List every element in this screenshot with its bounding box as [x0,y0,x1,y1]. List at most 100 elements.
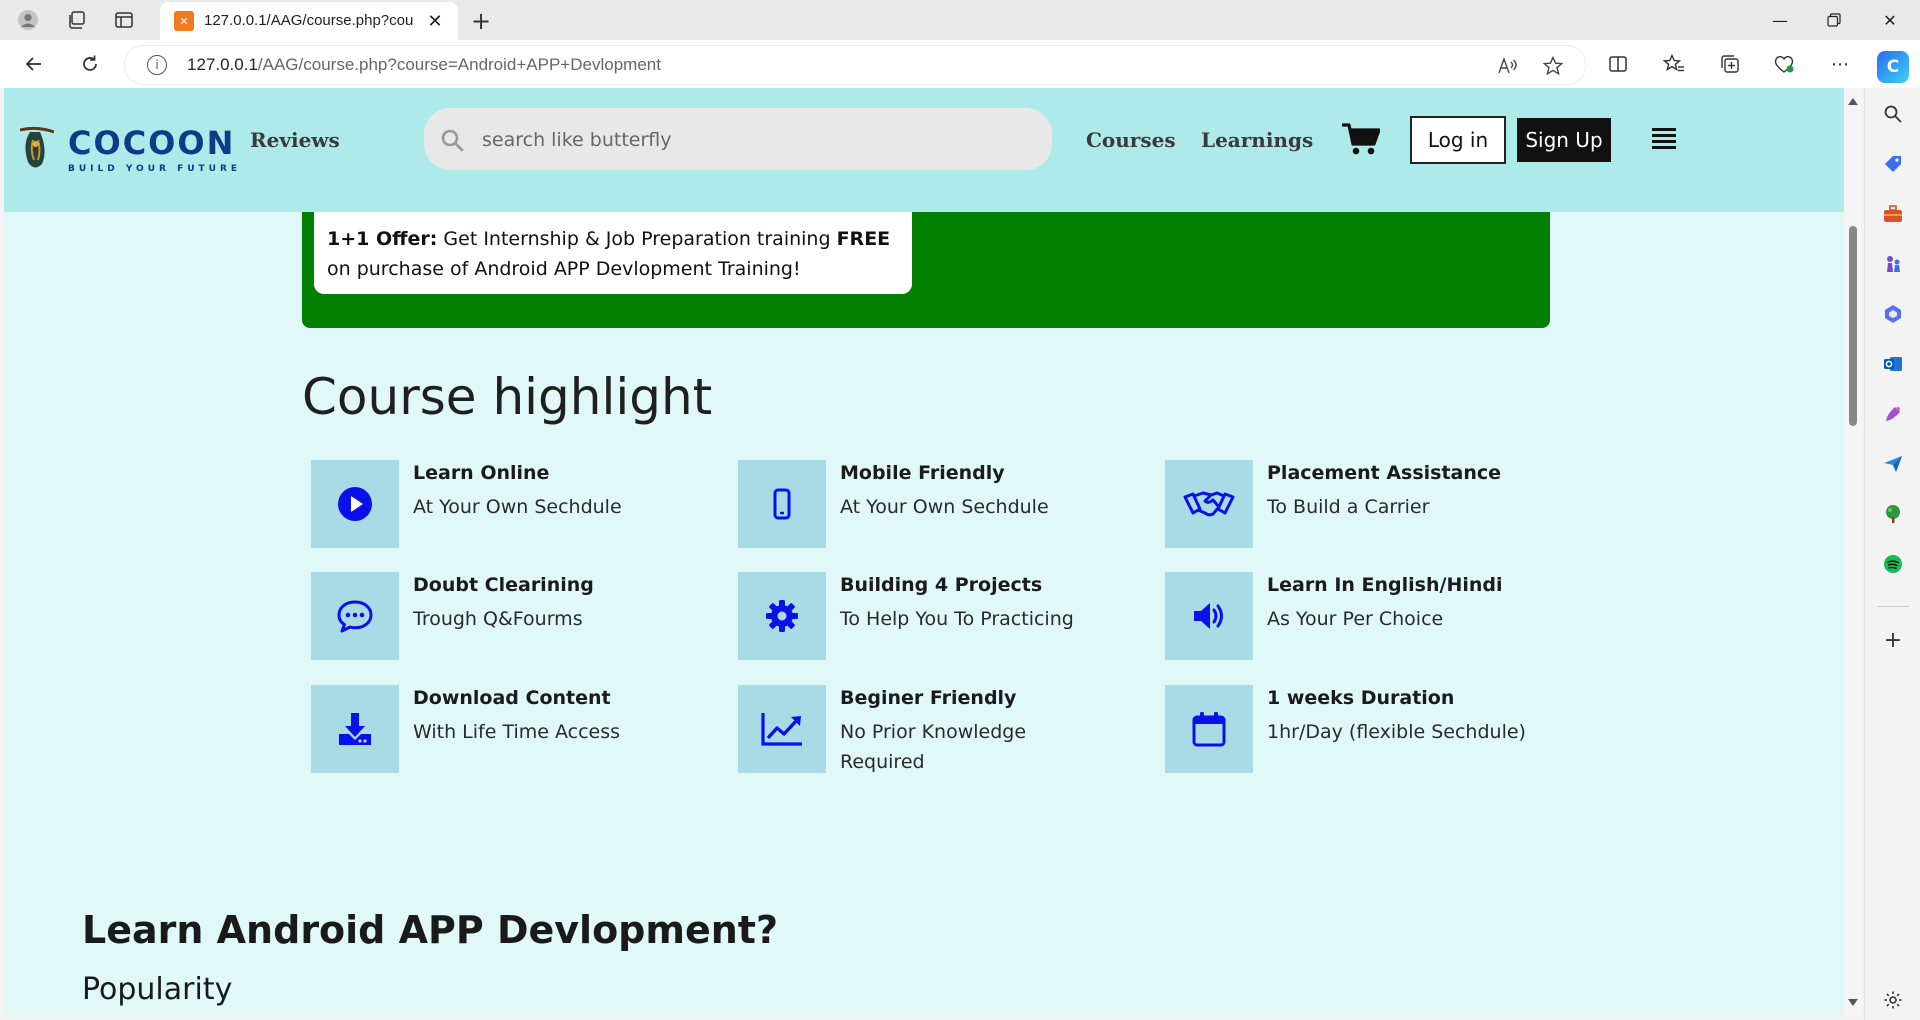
highlight-download-content: Download Content With Life Time Access [311,685,711,795]
games-chess-icon[interactable] [1881,252,1905,276]
microsoft365-icon[interactable] [1881,302,1905,326]
cocoon-logo[interactable]: COCOON BUILD YOUR FUTURE [10,118,240,182]
search-icon [441,129,464,152]
collections-icon[interactable] [1716,50,1744,78]
highlight-subtitle: At Your Own Sechdule [413,496,622,518]
vertical-tabs-icon[interactable] [110,6,138,34]
more-options-icon[interactable]: ⋯ [1826,50,1854,78]
play-circle-icon [338,487,372,521]
trend-chart-icon [761,713,802,746]
browser-essentials-icon[interactable] [1770,50,1798,78]
site-header: COCOON BUILD YOUR FUTURE Reviews Courses… [4,88,1844,212]
learn-section-title: Learn Android APP Devlopment? [82,908,779,952]
offer-banner: 1+1 Offer: Get Internship & Job Preparat… [302,212,1550,328]
page-scrollbar[interactable] [1844,88,1862,1016]
spotify-icon[interactable] [1881,552,1905,576]
send-paper-plane-icon[interactable] [1881,452,1905,476]
browser-tab-bar: ✕ 127.0.0.1/AAG/course.php?course=Androi… [0,0,1920,40]
highlight-title: Learn Online [413,462,550,484]
hamburger-menu-icon[interactable] [1652,128,1676,149]
shopping-tag-icon[interactable] [1881,152,1905,176]
designer-icon[interactable] [1881,402,1905,426]
login-button[interactable]: Log in [1410,116,1506,164]
new-tab-button[interactable]: + [466,6,496,36]
scrollbar-thumb[interactable] [1849,226,1857,426]
highlight-title: Doubt Clearining [413,574,594,596]
xampp-icon: ✕ [174,11,194,31]
cocoon-logo-icon [20,126,54,168]
calendar-icon [1192,712,1226,747]
sidebar-divider [1877,606,1909,607]
favorite-star-icon[interactable] [1541,54,1565,78]
tree-icon[interactable] [1881,502,1905,526]
browser-sidebar: C + [1864,51,1920,1020]
search-box[interactable] [424,108,1052,172]
active-tab[interactable]: ✕ 127.0.0.1/AAG/course.php?course=Androi… [160,2,458,40]
nav-courses[interactable]: Courses [1086,128,1176,152]
highlight-language: Learn In English/Hindi As Your Per Choic… [1165,572,1565,682]
url-text: 127.0.0.1/AAG/course.php?course=Android+… [187,55,661,75]
highlight-mobile-friendly: Mobile Friendly At Your Own Sechdule [738,460,1138,570]
mobile-phone-icon [773,488,791,520]
scroll-down-arrow-icon[interactable] [1848,999,1858,1006]
offer-card: 1+1 Offer: Get Internship & Job Preparat… [314,212,912,294]
url-host: 127.0.0.1 [187,55,258,74]
reload-icon[interactable] [74,48,106,80]
highlight-title: Learn In English/Hindi [1267,574,1503,596]
highlight-subtitle: Trough Q&Fourms [413,608,583,630]
tab-title: 127.0.0.1/AAG/course.php?course=Android+… [204,12,414,29]
highlight-title: Download Content [413,687,611,709]
highlight-subtitle: With Life Time Access [413,721,621,743]
highlight-subtitle: To Build a Carrier [1267,496,1430,518]
highlight-title: Building 4 Projects [840,574,1043,596]
address-bar-row: i 127.0.0.1/AAG/course.php?course=Androi… [0,40,1920,88]
highlight-building-projects: Building 4 Projects To Help You To Pract… [738,572,1138,682]
sidebar-settings-gear-icon[interactable] [1881,988,1905,1012]
highlight-placement-assistance: Placement Assistance To Build a Carrier [1165,460,1565,570]
shopping-cart-icon[interactable] [1342,122,1380,156]
highlight-title: Beginer Friendly [840,687,1017,709]
minimize-icon[interactable]: — [1752,0,1808,40]
highlight-subtitle: At Your Own Sechdule [840,496,1049,518]
outlook-icon[interactable] [1881,352,1905,376]
search-input[interactable] [480,108,1024,172]
signup-button[interactable]: Sign Up [1515,116,1613,164]
highlight-subtitle: 1hr/Day (flexible Sechdule) [1267,721,1526,743]
read-aloud-icon[interactable] [1495,54,1519,78]
highlight-title: Mobile Friendly [840,462,1005,484]
offer-free: FREE [836,228,891,250]
nav-reviews[interactable]: Reviews [250,128,340,152]
gear-icon [766,600,798,632]
workspaces-icon[interactable] [62,6,90,34]
profile-icon[interactable] [14,6,42,34]
close-window-icon[interactable]: ✕ [1862,0,1918,40]
highlight-subtitle: As Your Per Choice [1267,608,1444,630]
logo-wordmark: COCOON [68,124,236,162]
learn-section-subtitle: Popularity [82,972,233,1007]
offer-text-a: Get Internship & Job Preparation trainin… [437,228,837,250]
url-field[interactable]: i 127.0.0.1/AAG/course.php?course=Androi… [124,45,1586,85]
back-icon[interactable] [18,48,50,80]
handshake-icon [1183,491,1235,517]
logo-tagline: BUILD YOUR FUTURE [68,164,242,174]
offer-text-b: on purchase of Android APP Devlopment Tr… [327,258,801,280]
split-screen-icon[interactable] [1604,50,1632,78]
nav-learnings[interactable]: Learnings [1201,128,1313,152]
tools-briefcase-icon[interactable] [1881,202,1905,226]
copilot-icon[interactable]: C [1877,51,1909,83]
search-sidebar-icon[interactable] [1881,102,1905,126]
url-path: /AAG/course.php?course=Android+APP+Devlo… [257,55,661,74]
site-info-icon[interactable]: i [147,55,167,75]
add-sidebar-app-icon[interactable]: + [1881,628,1905,653]
highlight-title: 1 weeks Duration [1267,687,1455,709]
restore-icon[interactable] [1806,0,1862,40]
offer-prefix: 1+1 Offer: [327,228,438,250]
highlight-subtitle: No Prior Knowledge Required [840,721,1027,773]
close-tab-icon[interactable]: ✕ [422,8,448,34]
favorites-icon[interactable] [1660,50,1688,78]
chat-bubble-icon [337,600,373,633]
speaker-icon [1194,603,1223,629]
download-icon [339,713,371,745]
scroll-up-arrow-icon[interactable] [1848,98,1858,105]
page-viewport: COCOON BUILD YOUR FUTURE Reviews Courses… [4,88,1844,1016]
